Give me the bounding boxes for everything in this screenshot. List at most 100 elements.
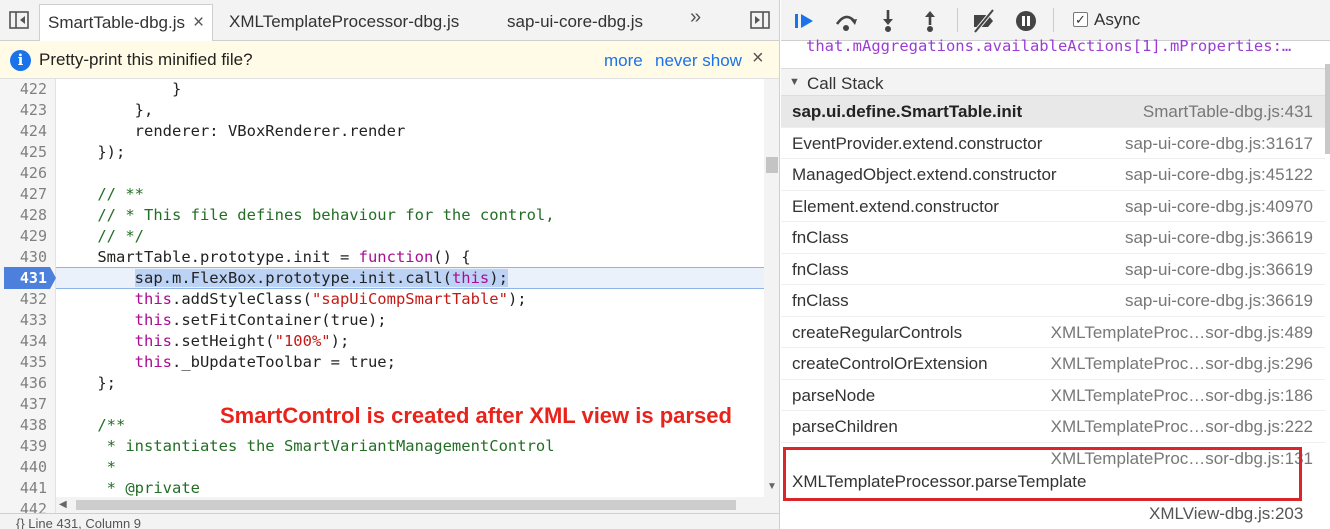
frame-location-partial[interactable]: XMLView-dbg.js:203 (1149, 504, 1303, 524)
frame-location[interactable]: SmartTable-dbg.js:431 (1143, 102, 1313, 122)
line-number-current[interactable]: 431 (0, 268, 47, 289)
line-number[interactable]: 429 (0, 226, 47, 247)
debugger-toolbar: ✓ Async (781, 0, 1330, 41)
frame-location[interactable]: sap-ui-core-dbg.js:36619 (1125, 260, 1313, 280)
editor-tab-bar: SmartTable-dbg.js × XMLTemplateProcessor-… (0, 0, 779, 41)
collapse-triangle-icon[interactable]: ▼ (789, 76, 800, 88)
editor-status-bar: {} Line 431, Column 9 (0, 513, 779, 529)
line-number[interactable]: 426 (0, 163, 47, 184)
line-number[interactable]: 422 (0, 79, 47, 100)
call-frame[interactable]: fnClass sap-ui-core-dbg.js:36619 (781, 254, 1325, 285)
call-frame[interactable]: fnClass sap-ui-core-dbg.js:36619 (781, 285, 1325, 317)
frame-location[interactable]: sap-ui-core-dbg.js:45122 (1125, 165, 1313, 185)
code-line: this.addStyleClass("sapUiCompSmartTable"… (134, 290, 527, 308)
frame-location[interactable]: sap-ui-core-dbg.js:40970 (1125, 197, 1313, 217)
frame-location[interactable]: XMLTemplateProc…sor-dbg.js:222 (1051, 417, 1313, 437)
async-label: Async (1094, 10, 1141, 29)
frame-name: createRegularControls (792, 322, 963, 342)
line-number[interactable]: 424 (0, 121, 47, 142)
annotation-highlight-box (783, 447, 1302, 501)
frame-name: fnClass (792, 228, 849, 247)
step-over-icon[interactable] (833, 8, 859, 34)
line-number[interactable]: 439 (0, 436, 47, 457)
line-number[interactable]: 427 (0, 184, 47, 205)
frame-location[interactable]: sap-ui-core-dbg.js:36619 (1125, 228, 1313, 248)
pretty-print-infobar: i Pretty-print this minified file? more … (0, 41, 779, 79)
call-frame[interactable]: createControlOrExtension XMLTemplateProc… (781, 348, 1325, 380)
frame-location[interactable]: sap-ui-core-dbg.js:31617 (1125, 134, 1313, 154)
line-number[interactable]: 432 (0, 289, 47, 310)
never-show-link[interactable]: never show (655, 51, 742, 71)
line-number[interactable]: 423 (0, 100, 47, 121)
line-number[interactable]: 442 (0, 499, 47, 513)
call-stack-title: Call Stack (807, 74, 884, 93)
line-number[interactable]: 437 (0, 394, 47, 415)
sidebar-scrollbar-thumb[interactable] (1325, 64, 1330, 154)
frame-name: Element.extend.constructor (792, 196, 999, 216)
line-number[interactable]: 441 (0, 478, 47, 499)
more-link[interactable]: more (604, 51, 643, 71)
more-tabs-chevron-icon[interactable]: » (690, 6, 701, 29)
code-line: // * This file defines behaviour for the… (60, 206, 555, 224)
call-frame-selected[interactable]: sap.ui.define.SmartTable.init SmartTable… (781, 96, 1325, 128)
async-checkbox[interactable]: ✓ (1073, 12, 1088, 27)
call-stack-header[interactable]: ▼ Call Stack (781, 68, 1330, 96)
code-line: }; (60, 374, 116, 392)
call-frame[interactable]: Element.extend.constructor sap-ui-core-d… (781, 191, 1325, 222)
call-frame[interactable]: parseChildren XMLTemplateProc…sor-dbg.js… (781, 411, 1325, 443)
line-number[interactable]: 428 (0, 205, 47, 226)
step-out-icon[interactable] (917, 8, 943, 34)
scroll-left-arrow-icon[interactable]: ◀ (59, 499, 67, 510)
toggle-navigator-icon[interactable] (8, 9, 30, 31)
call-frame[interactable]: fnClass sap-ui-core-dbg.js:36619 (781, 222, 1325, 254)
tab-xmltemplateprocessor[interactable]: XMLTemplateProcessor-dbg.js (229, 4, 459, 41)
line-number[interactable]: 425 (0, 142, 47, 163)
tab-smarttable[interactable]: SmartTable-dbg.js × (39, 4, 214, 41)
call-frame[interactable]: parseNode XMLTemplateProc…sor-dbg.js:186 (781, 380, 1325, 411)
frame-location[interactable]: XMLTemplateProc…sor-dbg.js:296 (1051, 354, 1313, 374)
line-number[interactable]: 435 (0, 352, 47, 373)
call-stack-list: sap.ui.define.SmartTable.init SmartTable… (781, 96, 1325, 443)
step-into-icon[interactable] (875, 8, 901, 34)
frame-name: parseNode (792, 385, 876, 405)
frame-name: fnClass (792, 291, 849, 310)
code-line: // */ (60, 227, 144, 245)
call-frame[interactable]: createRegularControls XMLTemplateProc…so… (781, 317, 1325, 348)
scroll-down-arrow-icon[interactable]: ▼ (767, 481, 777, 492)
close-icon[interactable]: × (193, 5, 204, 40)
frame-location[interactable]: XMLTemplateProc…sor-dbg.js:489 (1051, 323, 1313, 343)
line-number[interactable]: 436 (0, 373, 47, 394)
watch-expression: that.mAggregations.availableActions[1].m… (806, 37, 1292, 55)
tab-label: XMLTemplateProcessor-dbg.js (229, 12, 460, 31)
line-number[interactable]: 434 (0, 331, 47, 352)
code-line: }); (60, 143, 126, 161)
tab-label: sap-ui-core-dbg.js (507, 12, 644, 31)
infobar-message: Pretty-print this minified file? (39, 50, 253, 69)
line-number[interactable]: 440 (0, 457, 47, 478)
toggle-debugger-icon[interactable] (749, 9, 771, 31)
tab-label: SmartTable-dbg.js (48, 13, 186, 32)
scrollbar-thumb[interactable] (766, 157, 778, 173)
pause-on-exceptions-icon[interactable] (1013, 8, 1039, 34)
resume-icon[interactable] (791, 8, 817, 34)
cursor-position: {} Line 431, Column 9 (16, 516, 142, 529)
call-frame[interactable]: ManagedObject.extend.constructor sap-ui-… (781, 159, 1325, 191)
scrollbar-thumb[interactable] (76, 500, 736, 510)
frame-name: EventProvider.extend.constructor (792, 133, 1043, 153)
vertical-scrollbar[interactable]: ▼ (764, 79, 779, 513)
line-number[interactable]: 433 (0, 310, 47, 331)
line-number[interactable]: 430 (0, 247, 47, 268)
code-editor[interactable]: 422 423 424 425 426 427 428 429 430 431 … (0, 79, 779, 513)
code-line-current: sap.m.FlexBox.prototype.init.call(this); (134, 269, 508, 287)
deactivate-breakpoints-icon[interactable] (971, 8, 997, 34)
infobar-close-icon[interactable]: × (752, 47, 764, 70)
line-number[interactable]: 438 (0, 415, 47, 436)
code-line: }, (60, 101, 154, 119)
tab-sap-ui-core[interactable]: sap-ui-core-dbg.js (507, 4, 643, 41)
info-icon: i (10, 50, 31, 71)
horizontal-scrollbar[interactable]: ◀ (56, 497, 764, 513)
frame-location[interactable]: XMLTemplateProc…sor-dbg.js:186 (1051, 386, 1313, 406)
frame-location[interactable]: sap-ui-core-dbg.js:36619 (1125, 291, 1313, 311)
code-line: * (60, 458, 116, 476)
call-frame[interactable]: EventProvider.extend.constructor sap-ui-… (781, 128, 1325, 159)
